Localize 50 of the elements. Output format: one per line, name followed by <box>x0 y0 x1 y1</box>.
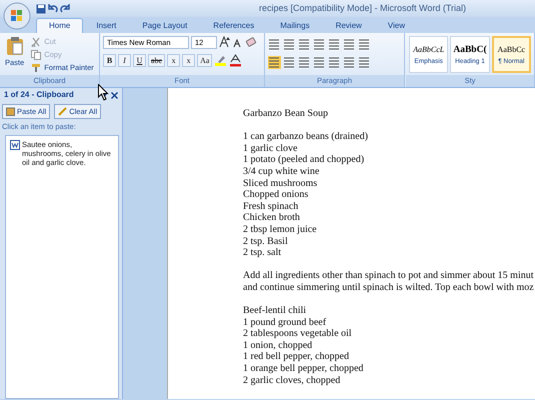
ribbon-tab[interactable]: View <box>374 18 418 33</box>
ribbon-tab[interactable]: Home <box>36 18 84 33</box>
document-line: Chicken broth <box>243 212 301 224</box>
format-button[interactable]: abe <box>148 54 166 67</box>
ribbon-tab[interactable]: References <box>200 18 268 33</box>
document-line: 1 red bell pepper, chopped <box>243 351 350 364</box>
pane-title: 1 of 24 - Clipboard <box>4 89 75 101</box>
document-line: Chopped onions <box>243 189 310 201</box>
word-document-icon <box>10 140 20 150</box>
document-line: Add all ingredients other than spinach to pot and simmer about 15 minut <box>243 270 535 282</box>
align-left-icon[interactable] <box>268 56 281 69</box>
grow-font-icon[interactable] <box>219 36 231 48</box>
document-line: 1 onion, chopped <box>243 340 314 352</box>
justify-icon[interactable] <box>313 56 326 69</box>
pointer-cursor-icon <box>98 84 109 101</box>
document-line: 2 tsp. Basil <box>243 236 289 248</box>
document-line: Sliced mushrooms <box>243 178 318 190</box>
document-line: Beef-lentil chili <box>243 305 308 317</box>
format-button[interactable]: x <box>182 54 196 67</box>
document-line: and continue simmering until spinach is wilted. Top each bowl with moz <box>243 282 535 294</box>
document-line: 1 garlic clove <box>243 142 298 154</box>
format-button[interactable]: Aa <box>197 54 212 67</box>
document-line: 1 can garbanzo beans (drained) <box>243 131 369 143</box>
document-line: Garbanzo Bean Soup <box>243 108 329 120</box>
document-line: 1 orange bell pepper, chopped <box>243 363 364 375</box>
document-line: 2 garlic cloves, chopped <box>243 374 342 386</box>
ribbon-tab[interactable]: Insert <box>83 18 130 33</box>
scissors-icon <box>31 36 42 46</box>
copy-icon <box>31 50 42 60</box>
ribbon-tab[interactable]: Review <box>322 18 375 33</box>
document-line: 1 pound ground beef <box>243 316 328 328</box>
ribbon-tab[interactable]: Mailings <box>267 18 323 33</box>
document-line: 2 tablespoons vegetable oil <box>243 328 353 340</box>
document-line: 1 potato (peeled and chopped) <box>243 154 366 166</box>
redo-icon[interactable] <box>60 4 70 14</box>
office-logo-button[interactable] <box>3 2 31 30</box>
document-line: 3/4 cup white wine <box>243 166 320 178</box>
format-button[interactable]: x <box>167 54 180 67</box>
undo-icon[interactable] <box>48 4 58 14</box>
document-line: 2 tsp. salt <box>243 247 282 259</box>
close-icon[interactable] <box>111 92 118 98</box>
format-button[interactable]: I <box>118 54 131 67</box>
format-button[interactable]: B <box>103 54 116 67</box>
font-color-icon[interactable] <box>229 54 242 67</box>
ribbon-tab[interactable]: Page Layout <box>129 18 200 33</box>
document-line: Fresh spinach <box>243 200 300 212</box>
document-line: 2 tbsp lemon juice <box>243 224 318 236</box>
window-title: recipes [Compatibility Mode] - Microsoft Word (Trial) <box>258 2 468 15</box>
save-icon[interactable] <box>36 4 46 14</box>
format-button[interactable]: U <box>133 54 146 67</box>
